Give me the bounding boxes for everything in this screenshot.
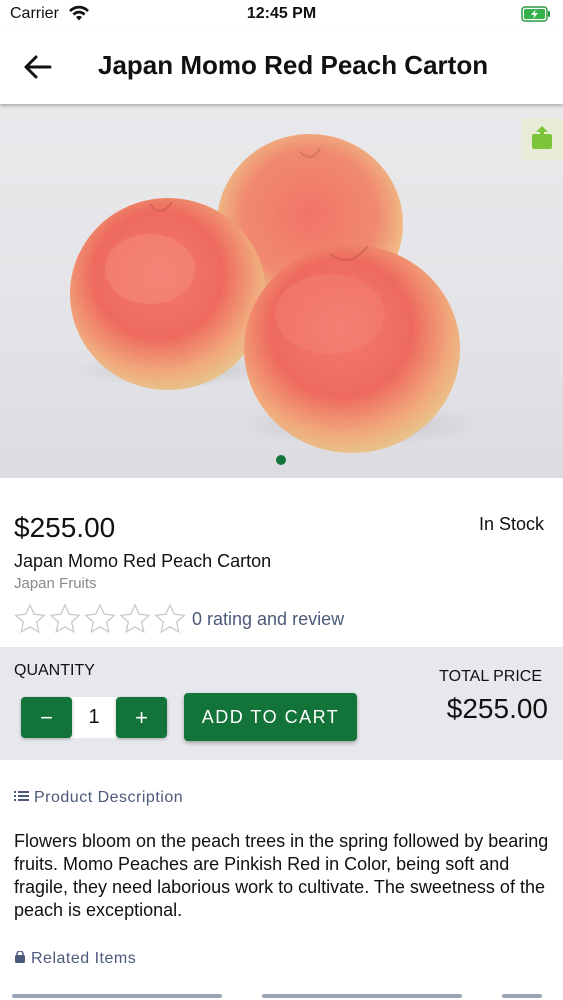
rating-review-link[interactable]: 0 rating and review <box>192 609 344 630</box>
product-description-text: Flowers bloom on the peach trees in the … <box>14 831 549 920</box>
star-icon[interactable] <box>119 603 151 635</box>
star-icon[interactable] <box>154 603 186 635</box>
status-bar: Carrier 12:45 PM <box>0 0 563 30</box>
add-to-cart-button[interactable]: ADD TO CART <box>184 693 357 741</box>
related-items-list[interactable] <box>0 994 563 1000</box>
related-item[interactable] <box>262 994 462 998</box>
quantity-value[interactable]: 1 <box>72 706 116 729</box>
quantity-stepper: − 1 + <box>21 697 167 738</box>
quantity-label: QUANTITY <box>14 662 95 679</box>
total-price-value: $255.00 <box>446 693 548 724</box>
purchase-panel: QUANTITY − 1 + ADD TO CART TOTAL PRICE $… <box>0 647 563 760</box>
page-title: Japan Momo Red Peach Carton <box>98 50 489 80</box>
related-items-header: Related Items <box>14 950 136 968</box>
carousel-dot-active[interactable] <box>276 455 286 465</box>
product-price: $255.00 <box>14 512 116 543</box>
related-item[interactable] <box>502 994 542 998</box>
quantity-increase-button[interactable]: + <box>116 697 167 738</box>
product-image-gallery[interactable] <box>0 104 563 478</box>
description-title: Product Description <box>34 789 184 806</box>
total-price-label: TOTAL PRICE <box>439 668 542 685</box>
product-name: Japan Momo Red Peach Carton <box>14 551 272 571</box>
star-icon[interactable] <box>84 603 116 635</box>
star-icon[interactable] <box>14 603 46 635</box>
clock: 12:45 PM <box>246 5 317 22</box>
app-bar: Japan Momo Red Peach Carton <box>0 30 563 104</box>
star-icon[interactable] <box>49 603 81 635</box>
related-items-title: Related Items <box>31 950 137 967</box>
share-icon <box>530 124 554 155</box>
related-item[interactable] <box>12 994 222 998</box>
rating-stars[interactable] <box>14 603 186 635</box>
quantity-decrease-button[interactable]: − <box>21 697 72 738</box>
bag-icon <box>14 950 26 968</box>
stock-status: In Stock <box>478 514 544 534</box>
product-category[interactable]: Japan Fruits <box>14 575 97 592</box>
list-icon <box>14 789 29 807</box>
battery-icon <box>521 6 551 22</box>
share-button[interactable] <box>521 118 563 160</box>
product-description-header: Product Description <box>14 789 183 807</box>
product-photo <box>70 134 480 453</box>
back-arrow-icon[interactable] <box>22 52 54 82</box>
